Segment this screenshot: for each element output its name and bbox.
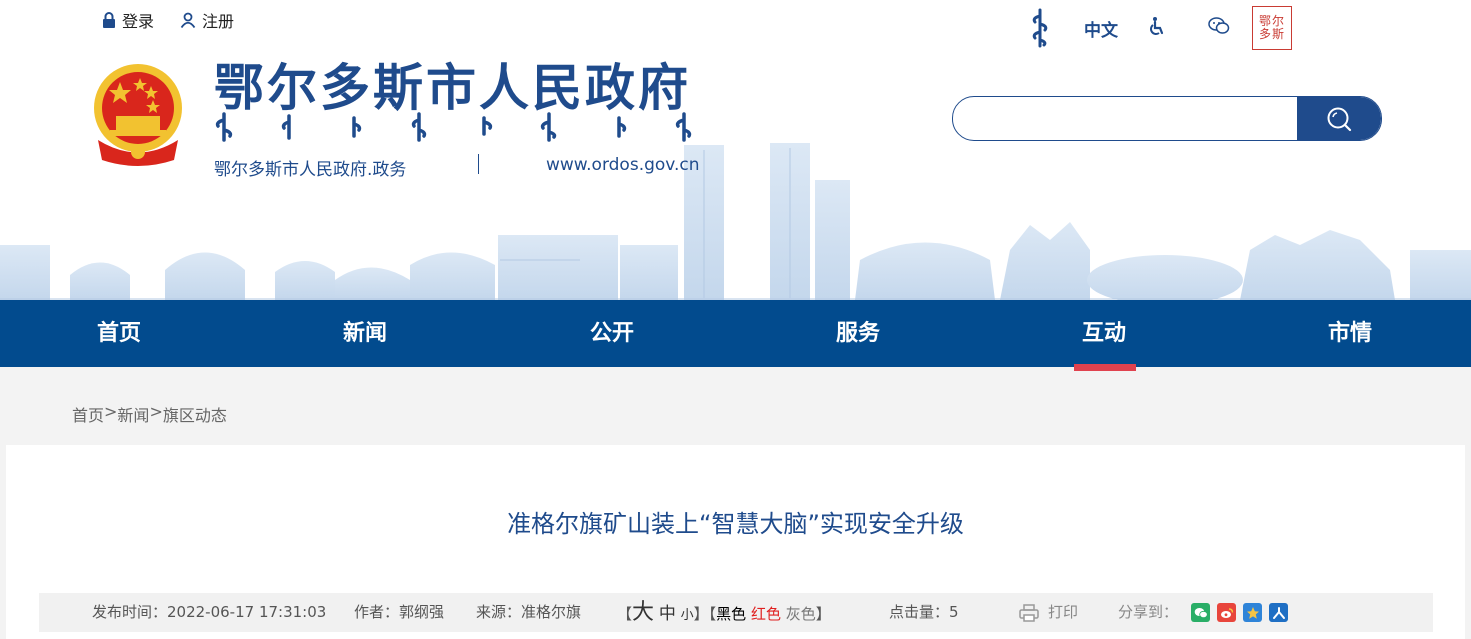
renren-share-icon[interactable] [1269, 603, 1288, 622]
article-author: 作者：郭纲强 [354, 603, 445, 621]
site-header: 登录 注册 中文 鄂尔 多斯 鄂尔多斯市人民政府 鄂尔多斯市人民政府.政务 ww… [0, 0, 1471, 300]
nav-news[interactable]: 新闻 [343, 300, 387, 367]
header-tools: 中文 鄂尔 多斯 [1020, 4, 1292, 52]
chinese-language-button[interactable]: 中文 [1084, 16, 1118, 41]
color-gray-button[interactable]: 灰色 [786, 605, 816, 623]
account-links: 登录 注册 [102, 8, 234, 32]
color-red-button[interactable]: 红色 [751, 605, 781, 623]
font-size-medium-button[interactable]: 中 [659, 604, 676, 624]
register-label: 注册 [202, 12, 235, 31]
site-url: www.ordos.gov.cn [546, 155, 700, 175]
search-bar [952, 96, 1382, 141]
search-input[interactable] [953, 97, 1297, 140]
breadcrumb-separator: > [149, 402, 163, 421]
breadcrumb-home[interactable]: 首页 [72, 402, 104, 426]
nav-city-info[interactable]: 市情 [1328, 300, 1372, 367]
site-subtitle: 鄂尔多斯市人民政府.政务 [214, 160, 407, 180]
nav-active-indicator [1074, 364, 1136, 371]
wheelchair-icon[interactable] [1148, 16, 1166, 40]
printer-icon [1019, 603, 1039, 622]
article-title: 准格尔旗矿山装上“智慧大脑”实现安全升级 [507, 510, 964, 538]
lock-icon [102, 12, 116, 28]
color-black-button[interactable]: 黑色 [716, 605, 746, 623]
mongolian-language-button[interactable] [1020, 6, 1060, 50]
breadcrumb: 首页 > 新闻 > 旗区动态 [72, 402, 227, 426]
font-size-controls: 【大 中 小】【黑色 红色 灰色】 [617, 593, 831, 632]
search-button[interactable] [1297, 97, 1381, 140]
subtitle-divider [478, 154, 479, 174]
login-label: 登录 [122, 12, 155, 31]
mongolian-title-text [215, 112, 692, 142]
weibo-share-icon[interactable] [1217, 603, 1236, 622]
register-link[interactable]: 注册 [180, 8, 234, 32]
wechat-icon[interactable] [1208, 17, 1230, 39]
publish-time: 发布时间：2022-06-17 17:31:03 [92, 603, 327, 621]
view-count: 点击量：5 [889, 603, 959, 621]
main-nav: 首页 新闻 公开 服务 互动 市情 [0, 300, 1471, 367]
mongolian-script-icon [1032, 8, 1048, 48]
bracket-close: 】 [693, 605, 709, 623]
article-source: 来源：准格尔旗 [476, 603, 582, 621]
breadcrumb-separator: > [104, 402, 118, 421]
bracket-close: 】 [815, 605, 831, 623]
breadcrumb-current[interactable]: 旗区动态 [163, 402, 227, 426]
print-button[interactable]: 打印 [1019, 593, 1078, 632]
font-size-large-button[interactable]: 大 [632, 600, 654, 625]
nav-services[interactable]: 服务 [836, 300, 880, 367]
share-label: 分享到： [1118, 603, 1179, 621]
wechat-share-icon[interactable] [1191, 603, 1210, 622]
article-meta-bar: 发布时间：2022-06-17 17:31:03 作者：郭纲强 来源：准格尔旗 … [39, 593, 1433, 632]
nav-home[interactable]: 首页 [97, 300, 141, 367]
national-emblem-logo [94, 64, 182, 166]
nav-interaction[interactable]: 互动 [1082, 300, 1126, 367]
login-link[interactable]: 登录 [102, 8, 154, 32]
ordos-online-logo[interactable]: 鄂尔 多斯 [1252, 6, 1292, 50]
breadcrumb-news[interactable]: 新闻 [117, 402, 149, 426]
bracket-open: 【 [708, 605, 717, 623]
user-icon [180, 12, 196, 28]
font-size-small-button[interactable]: 小 [681, 608, 694, 623]
search-icon [1327, 107, 1352, 131]
bracket-open: 【 [617, 605, 633, 623]
nav-public[interactable]: 公开 [590, 300, 634, 367]
ordos-logo-line-2: 多斯 [1258, 27, 1285, 41]
qzone-share-icon[interactable] [1243, 603, 1262, 622]
print-label: 打印 [1048, 603, 1079, 621]
